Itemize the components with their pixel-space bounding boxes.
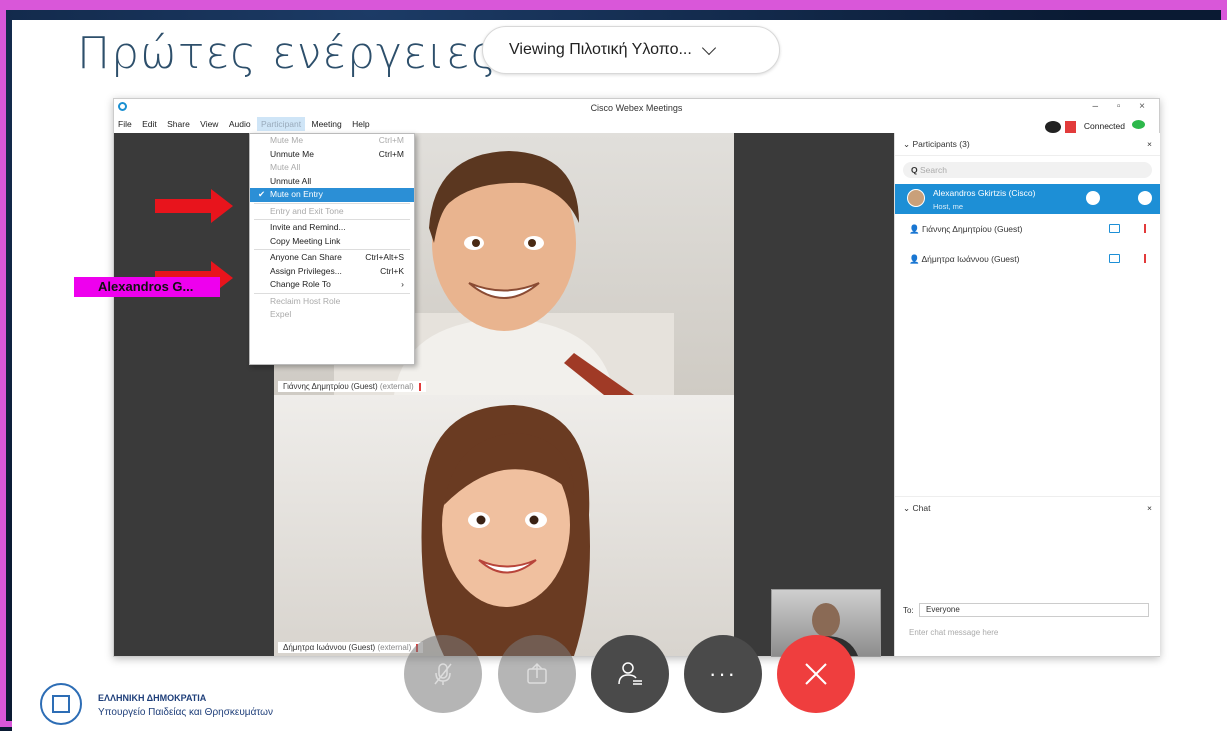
window-controls: – ▫ × — [1092, 101, 1153, 112]
menu-item-mute-on-entry[interactable]: ✔ Mute on Entry — [250, 188, 414, 202]
participant-row[interactable]: 👤 Δήμητρα Ιωάννου (Guest) — [895, 244, 1160, 274]
menu-file[interactable]: File — [114, 117, 136, 131]
participants-header[interactable]: ⌄ Participants (3) × — [895, 133, 1160, 156]
participants-icon — [618, 662, 642, 685]
menu-separator — [254, 202, 410, 204]
menu-view[interactable]: View — [196, 117, 222, 131]
menu-item-mute-me[interactable]: Mute Me Ctrl+M — [250, 134, 414, 148]
speaker-name-tag: Alexandros G... — [74, 277, 220, 297]
video-icon[interactable] — [1086, 191, 1100, 205]
mic-off-icon — [434, 663, 452, 685]
close-icon[interactable]: × — [1147, 497, 1152, 519]
menu-item-anyone-can-share[interactable]: Anyone Can Share Ctrl+Alt+S — [250, 251, 414, 265]
chat-recipient-select[interactable]: Everyone — [919, 603, 1149, 617]
menu-help[interactable]: Help — [348, 117, 373, 131]
webex-window-screenshot: Cisco Webex Meetings – ▫ × File Edit Sha… — [113, 98, 1160, 657]
side-panel: ⌄ Participants (3) × Q Search Alexandros… — [894, 133, 1160, 656]
menu-audio[interactable]: Audio — [225, 117, 255, 131]
menu-item-reclaim-host[interactable]: Reclaim Host Role — [250, 295, 414, 309]
participant-search-input[interactable]: Q Search — [903, 162, 1152, 178]
checkmark-icon: ✔ — [258, 189, 266, 199]
video-icon — [1109, 224, 1120, 233]
chevron-down-icon — [701, 40, 716, 55]
menu-separator — [254, 249, 410, 250]
participant-menu-dropdown: Mute Me Ctrl+M Unmute Me Ctrl+M Mute All U… — [249, 133, 415, 365]
menu-separator — [254, 292, 410, 294]
connection-status: Connected — [1044, 119, 1145, 133]
mic-muted-icon — [1144, 254, 1146, 263]
menu-item-expel[interactable]: Expel — [250, 308, 414, 322]
menu-participant[interactable]: Participant — [256, 117, 306, 131]
search-icon: Q — [911, 165, 920, 175]
participants-button[interactable] — [591, 635, 669, 713]
menu-item-unmute-me[interactable]: Unmute Me Ctrl+M — [250, 148, 414, 162]
org-name: ΕΛΛΗΝΙΚΗ ΔΗΜΟΚΡΑΤΙΑ — [98, 693, 207, 703]
menu-item-entry-exit-tone[interactable]: Entry and Exit Tone — [250, 205, 414, 219]
user-icon: 👤 — [909, 224, 922, 234]
viewing-dropdown[interactable]: Viewing Πιλοτική Υλοπο... — [482, 26, 780, 74]
video-name-label: Γιάννης Δημητρίου (Guest) (external) — [278, 381, 426, 392]
mic-muted-icon — [1144, 224, 1146, 233]
share-icon — [527, 662, 547, 684]
window-titlebar: Cisco Webex Meetings – ▫ × — [114, 99, 1159, 117]
ministry-name: Υπουργείο Παιδείας και Θρησκευμάτων — [98, 707, 273, 718]
share-button[interactable] — [498, 635, 576, 713]
menu-share[interactable]: Share — [163, 117, 194, 131]
menu-item-change-role[interactable]: Change Role To › — [250, 278, 414, 292]
menu-item-invite-remind[interactable]: Invite and Remind... — [250, 221, 414, 235]
viewing-label: Viewing Πιλοτική Υλοπο... — [509, 41, 692, 58]
close-icon — [805, 663, 827, 685]
mic-icon — [1064, 120, 1076, 133]
video-tile: Δήμητρα Ιωάννου (Guest) (external) — [274, 395, 734, 656]
close-icon[interactable]: × — [1147, 133, 1152, 155]
more-icon: ··· — [709, 661, 737, 686]
participant-row[interactable]: 👤 Γιάννης Δημητρίου (Guest) — [895, 214, 1160, 244]
menu-item-unmute-all[interactable]: Unmute All — [250, 175, 414, 189]
mic-muted-icon — [418, 382, 421, 391]
menu-meeting[interactable]: Meeting — [308, 117, 346, 131]
menu-item-mute-all[interactable]: Mute All — [250, 161, 414, 175]
avatar — [907, 189, 925, 207]
status-dot — [1132, 120, 1145, 129]
menu-bar: File Edit Share View Audio Participant M… — [114, 117, 1159, 133]
chat-recipient: To: Everyone — [903, 603, 1151, 619]
info-icon — [1044, 120, 1061, 133]
menu-edit[interactable]: Edit — [138, 117, 161, 131]
chat-header[interactable]: ⌄ Chat × — [895, 496, 1160, 518]
mic-icon[interactable] — [1138, 191, 1152, 205]
participant-row-host[interactable]: Alexandros Gkirtzis (Cisco) Host, me — [895, 184, 1160, 214]
presentation-slide: Πρώτες ενέργειες ( Viewing Πιλοτική Υλοπ… — [12, 20, 1227, 731]
connection-label: Connected — [1083, 121, 1125, 131]
video-icon — [1109, 254, 1120, 263]
leave-meeting-button[interactable] — [777, 635, 855, 713]
menu-item-copy-link[interactable]: Copy Meeting Link — [250, 235, 414, 249]
mute-button[interactable] — [404, 635, 482, 713]
user-icon: 👤 — [909, 254, 922, 264]
coat-of-arms-icon — [40, 683, 82, 725]
menu-separator — [254, 219, 410, 220]
window-title: Cisco Webex Meetings — [590, 103, 683, 113]
slide-title: Πρώτες ενέργειες ( — [77, 28, 531, 79]
screen-frame: Πρώτες ενέργειες ( Viewing Πιλοτική Υλοπ… — [0, 0, 1227, 731]
more-button[interactable]: ··· — [684, 635, 762, 713]
menu-item-assign-privileges[interactable]: Assign Privileges... Ctrl+K — [250, 265, 414, 279]
avatar-female-illustration — [421, 405, 590, 656]
